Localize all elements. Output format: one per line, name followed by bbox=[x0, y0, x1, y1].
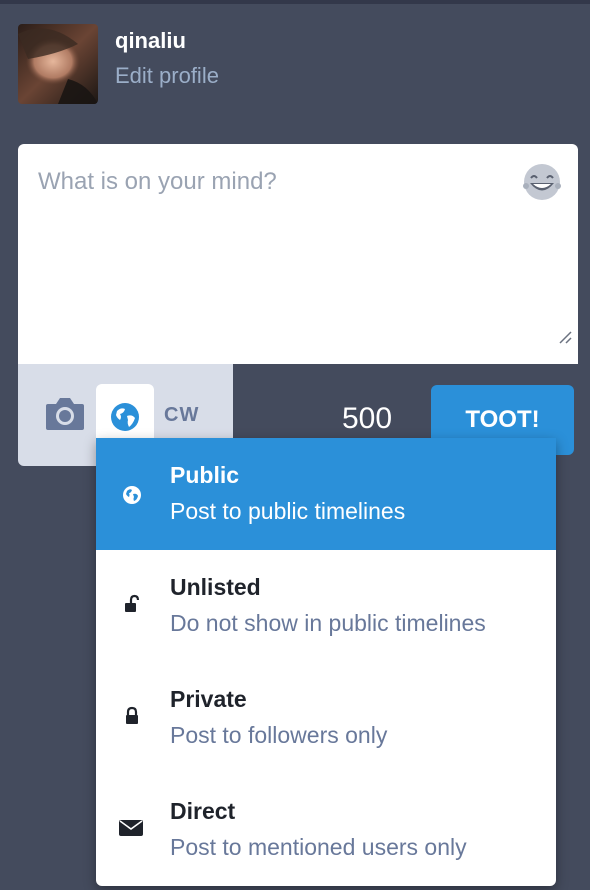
avatar-image bbox=[18, 24, 98, 104]
edit-profile-link[interactable]: Edit profile bbox=[115, 63, 219, 89]
option-description: Post to followers only bbox=[170, 722, 388, 748]
compose-placeholder: What is on your mind? bbox=[38, 168, 277, 195]
option-title: Direct bbox=[170, 798, 236, 824]
option-description: Post to mentioned users only bbox=[170, 834, 467, 860]
privacy-option-public[interactable]: Public Post to public timelines bbox=[96, 438, 556, 550]
account-name: qinaliu bbox=[115, 28, 186, 53]
envelope-icon bbox=[119, 820, 143, 836]
option-description: Do not show in public timelines bbox=[170, 610, 486, 636]
globe-icon bbox=[123, 486, 141, 504]
emoji-picker-button[interactable] bbox=[520, 162, 564, 202]
character-counter: 500 bbox=[342, 402, 393, 435]
compose-textarea[interactable]: What is on your mind? bbox=[18, 144, 578, 364]
resize-handle[interactable] bbox=[558, 330, 572, 344]
laughing-emoji-icon bbox=[523, 164, 561, 200]
privacy-dropdown: Public Post to public timelines Unlisted… bbox=[96, 438, 556, 886]
top-divider bbox=[0, 0, 590, 4]
avatar[interactable] bbox=[18, 24, 98, 104]
camera-icon bbox=[46, 398, 84, 430]
option-description: Post to public timelines bbox=[170, 498, 406, 524]
unlock-icon bbox=[125, 594, 140, 612]
privacy-option-unlisted[interactable]: Unlisted Do not show in public timelines bbox=[96, 550, 556, 662]
option-title: Public bbox=[170, 462, 240, 488]
privacy-option-private[interactable]: Private Post to followers only bbox=[96, 662, 556, 774]
privacy-option-direct[interactable]: Direct Post to mentioned users only bbox=[96, 774, 556, 886]
add-media-button[interactable] bbox=[44, 394, 86, 432]
lock-icon bbox=[126, 706, 138, 724]
option-title: Unlisted bbox=[170, 574, 261, 600]
globe-icon bbox=[111, 403, 139, 431]
content-warning-button[interactable]: CW bbox=[164, 404, 199, 427]
option-title: Private bbox=[170, 686, 247, 712]
